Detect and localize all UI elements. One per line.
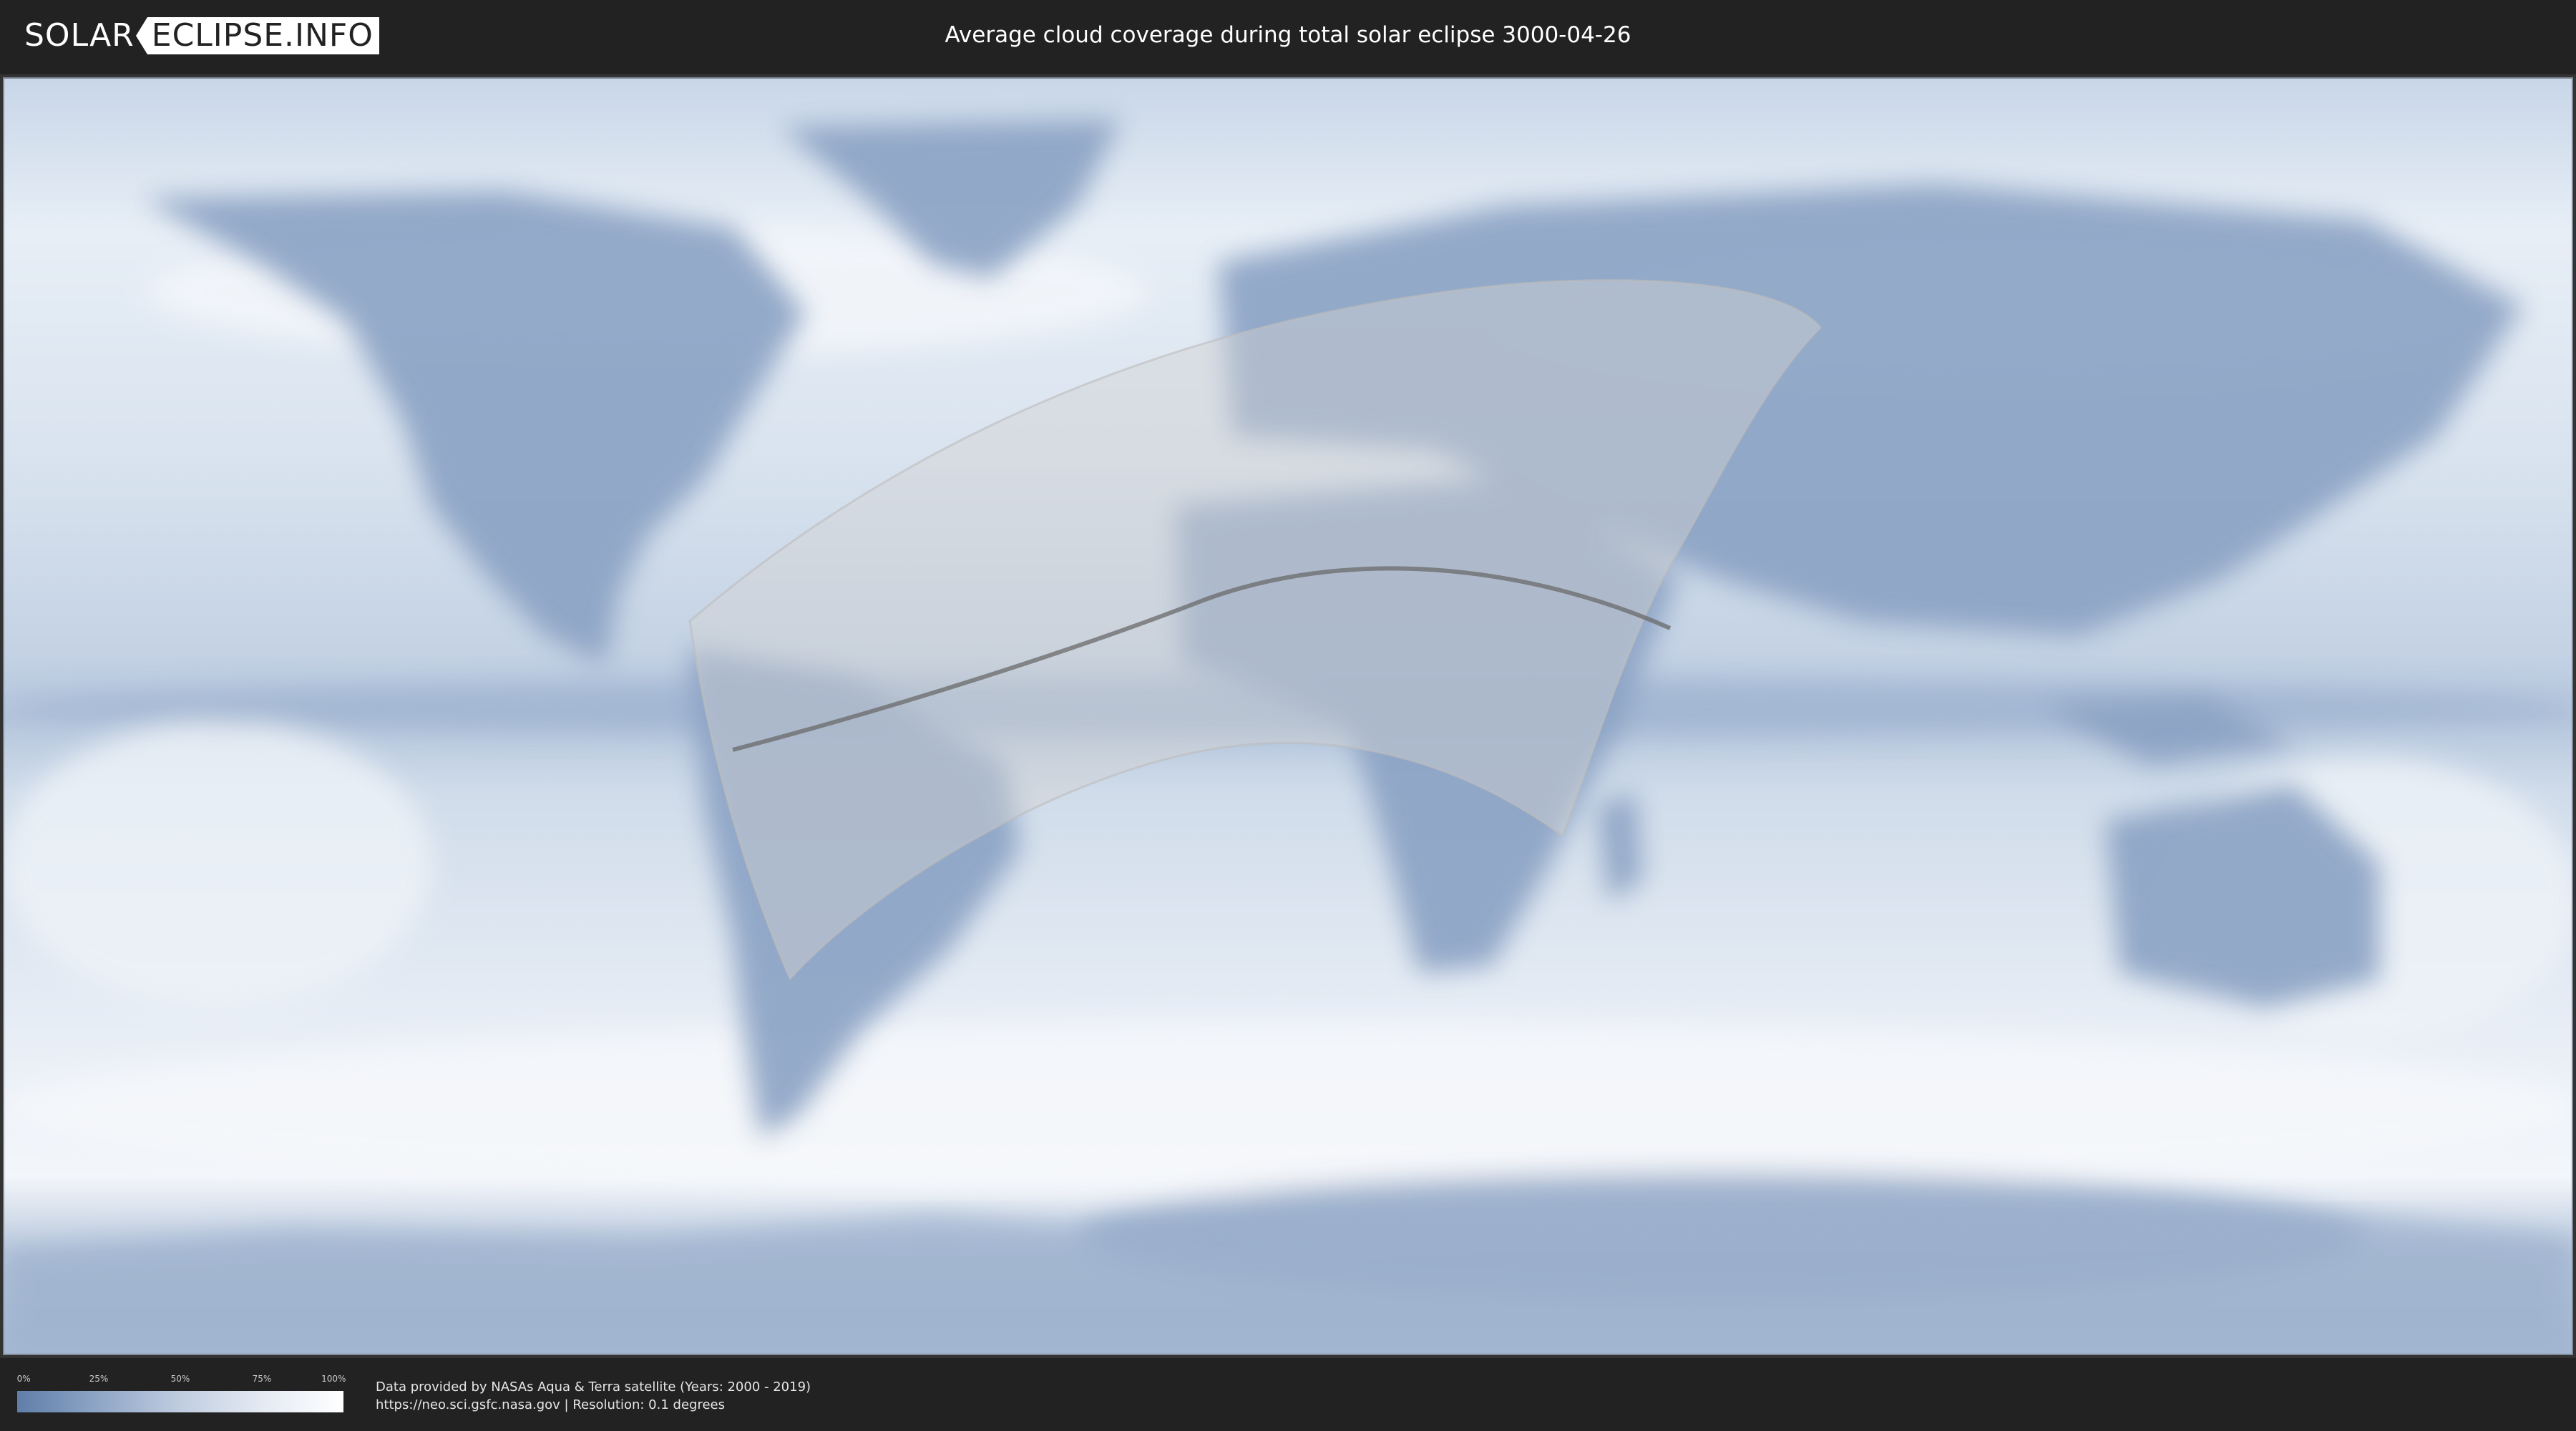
data-credits: Data provided by NASAs Aqua & Terra sate…: [376, 1378, 811, 1414]
legend-tick-25: 25%: [89, 1374, 109, 1384]
world-map-svg: [3, 77, 2573, 1355]
credits-line-source: Data provided by NASAs Aqua & Terra sate…: [376, 1379, 811, 1395]
cloud-coverage-map[interactable]: [0, 74, 2576, 1358]
legend-tick-100: 100%: [321, 1374, 346, 1384]
antarctica: [3, 1215, 2573, 1355]
legend-tick-75: 75%: [252, 1374, 272, 1384]
page-title: Average cloud coverage during total sola…: [945, 22, 1631, 48]
legend-tick-0: 0%: [16, 1374, 31, 1384]
legend-tick-50: 50%: [170, 1374, 190, 1384]
credits-line-url[interactable]: https://neo.sci.gsfc.nasa.gov | Resoluti…: [376, 1396, 811, 1414]
header-bar: SOLAR ECLIPSE.INFO Average cloud coverag…: [0, 0, 2576, 72]
legend-color-bar: [17, 1391, 343, 1412]
cloud-coverage-legend: 0% 25% 50% 75% 100%: [16, 1374, 346, 1414]
